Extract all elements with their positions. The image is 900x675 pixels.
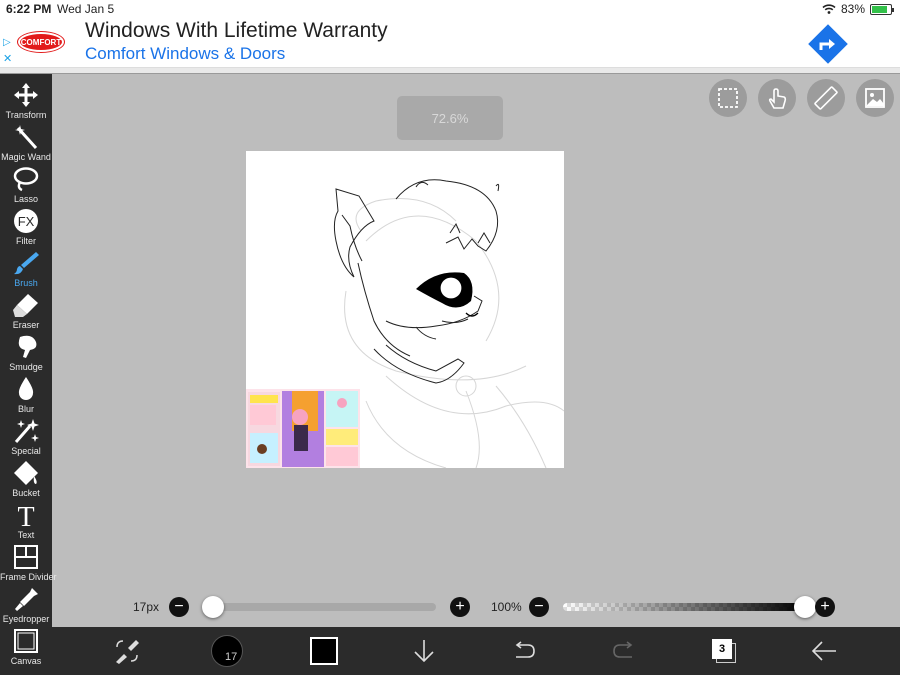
back-button[interactable] [804,627,844,675]
tool-label: Lasso [13,194,39,204]
tool-blur[interactable]: Blur [0,374,52,416]
tool-filter[interactable]: FX Filter [0,206,52,248]
drawing-canvas[interactable] [246,151,564,468]
bottom-toolbar: 17 3 [52,627,900,675]
layers-button[interactable]: 3 [704,627,744,675]
brush-size-increase-button[interactable]: + [450,597,470,617]
tool-text[interactable]: T Text [0,500,52,542]
svg-text:FX: FX [18,214,35,229]
tool-brush[interactable]: Brush [0,248,52,290]
tool-label: Special [11,446,41,456]
battery-percent: 83% [840,2,865,16]
reference-sheet-image [246,389,360,468]
smudge-icon [18,335,37,358]
sparkle-icon [14,419,39,443]
tool-label: Blur [17,404,34,414]
tool-eyedropper[interactable]: Eyedropper [0,584,52,626]
tool-label: Bucket [12,488,40,498]
undo-button[interactable] [504,627,544,675]
tool-bucket[interactable]: Bucket [0,458,52,500]
undo-icon [515,641,535,658]
reference-image-button[interactable] [856,79,894,117]
tool-label: Brush [14,278,38,288]
selection-icon [718,88,738,108]
tool-transform[interactable]: Transform [0,80,52,122]
tool-label: Magic Wand [1,152,51,162]
bucket-icon [14,461,38,485]
zoom-indicator: 72.6% [397,96,503,140]
brush-size-slider[interactable] [205,603,436,611]
ad-banner[interactable]: ▷ ✕ COMFORT Windows With Lifetime Warran… [0,18,900,68]
divider [0,68,900,74]
tool-label: Frame Divider [0,572,57,582]
battery-icon [870,3,894,15]
ad-close-icon[interactable]: ✕ [3,52,12,65]
brush-size-slider-thumb[interactable] [201,596,224,618]
selection-button[interactable] [709,79,747,117]
ruler-button[interactable] [807,79,845,117]
brush-size-button[interactable]: 17 [207,627,247,675]
wifi-icon [822,4,836,14]
canvas-icon [14,629,38,653]
tool-lasso[interactable]: Lasso [0,164,52,206]
ruler-icon [814,86,838,110]
brush-eraser-swap-button[interactable] [107,627,147,675]
eraser-icon [13,294,38,317]
back-arrow-icon [811,641,836,661]
hand-button[interactable] [758,79,796,117]
tool-label: Eraser [12,320,40,330]
opacity-decrease-button[interactable]: − [529,597,549,617]
opacity-label: 100% [491,600,522,614]
redo-icon [613,641,633,658]
brush-size-decrease-button[interactable]: − [169,597,189,617]
tool-frame-divider[interactable]: Frame Divider [0,542,57,584]
status-time: 6:22 PM [6,2,52,16]
svg-text:T: T [17,502,34,528]
ad-advertiser[interactable]: Comfort Windows & Doors [85,44,285,64]
ad-directions-icon[interactable] [808,24,848,64]
tool-special[interactable]: Special [0,416,52,458]
tool-label: Smudge [9,362,43,372]
move-arrows-icon [14,83,38,107]
frame-divider-icon [14,545,38,569]
eyedropper-icon [15,588,38,611]
magic-wand-icon [15,125,38,150]
opacity-increase-button[interactable]: + [815,597,835,617]
opacity-slider[interactable] [563,603,805,611]
droplet-icon [18,377,34,400]
status-date: Wed Jan 5 [57,2,115,16]
brush-eraser-swap-icon [116,640,139,664]
fx-icon: FX [14,209,38,233]
redo-button[interactable] [604,627,644,675]
tool-magic-wand[interactable]: Magic Wand [0,122,52,164]
opacity-slider-thumb[interactable] [794,596,816,618]
tool-eraser[interactable]: Eraser [0,290,52,332]
tool-label: Eyedropper [2,614,50,624]
image-icon [865,88,885,108]
layer-count: 3 [712,639,732,659]
tool-label: Filter [16,236,36,246]
brush-icon [14,252,39,275]
adchoices-icon[interactable]: ▷ [3,38,11,48]
color-swatch-icon [310,637,338,665]
tool-canvas[interactable]: Canvas [0,626,52,668]
lasso-icon [13,167,39,192]
save-button[interactable] [404,627,444,675]
text-icon: T [17,502,34,528]
tool-label: Transform [5,110,47,120]
tool-label: Text [17,530,35,540]
ad-headline[interactable]: Windows With Lifetime Warranty [85,19,388,43]
tool-label: Canvas [10,656,42,666]
tool-sidebar: Transform Magic Wand Lasso FX Filter Bru… [0,74,57,675]
status-bar: 6:22 PM Wed Jan 5 83% [0,0,900,18]
advertiser-logo: COMFORT [18,32,64,52]
layers-icon: 3 [712,639,736,663]
color-button[interactable] [304,627,344,675]
hand-gesture-icon [768,88,787,109]
brush-size-icon: 17 [211,635,243,667]
save-down-arrow-icon [414,640,434,663]
tool-smudge[interactable]: Smudge [0,332,52,374]
brush-size-label: 17px [133,600,160,614]
